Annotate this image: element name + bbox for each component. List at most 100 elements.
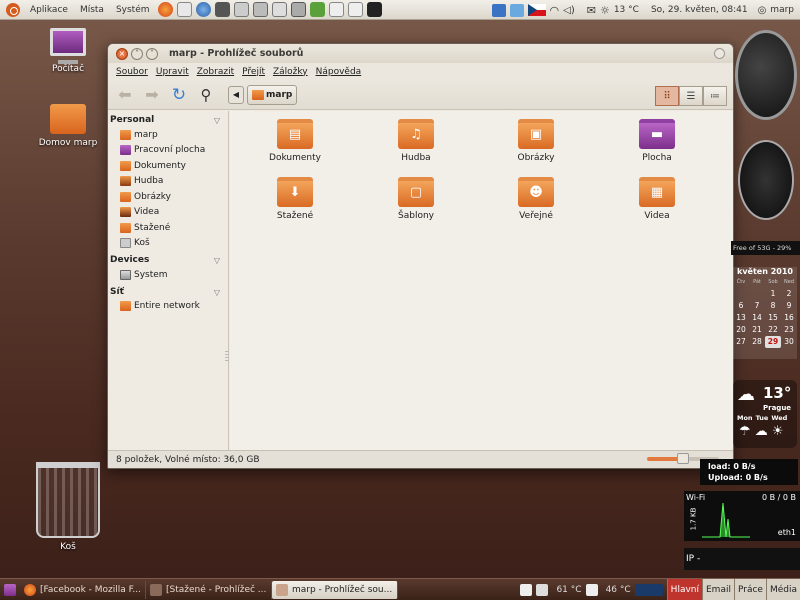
clock-datetime[interactable]: So, 29. květen, 08:41: [651, 5, 748, 15]
menu-applications[interactable]: Aplikace: [24, 5, 74, 15]
gimp-icon[interactable]: [214, 2, 230, 17]
calendar-day[interactable]: 28: [749, 336, 765, 348]
taskbar-item-downloads[interactable]: [Stažené - Prohlížeč ...: [146, 580, 272, 599]
sidebar-item-downloads[interactable]: Stažené: [108, 220, 228, 236]
update-icon[interactable]: [309, 2, 325, 17]
menu-help[interactable]: Nápověda: [312, 67, 366, 77]
reload-button[interactable]: ↻: [168, 84, 190, 106]
collapse-arrow-icon[interactable]: ▽: [214, 288, 220, 297]
ubuntu-logo-icon[interactable]: [6, 2, 20, 17]
file-item-downloads[interactable]: ⬇ Stažené: [250, 177, 340, 221]
wifi-icon[interactable]: ◠: [550, 4, 560, 17]
tray-tool-icon[interactable]: [520, 584, 533, 596]
envelope-icon[interactable]: ✉: [587, 4, 596, 17]
sidebar-item-music[interactable]: Hudba: [108, 174, 228, 190]
menu-view[interactable]: Zobrazit: [193, 67, 238, 77]
calendar-day[interactable]: 8: [765, 300, 781, 312]
screenshot-icon[interactable]: [252, 2, 268, 17]
window-titlebar[interactable]: × ˄ ˅ marp - Prohlížeč souborů: [108, 44, 733, 63]
sidebar-item-videos[interactable]: Videa: [108, 205, 228, 221]
menu-go[interactable]: Přejít: [238, 67, 269, 77]
calendar-day[interactable]: 21: [749, 324, 765, 336]
calendar-day[interactable]: 6: [733, 300, 749, 312]
icon-view-button[interactable]: ⠿: [655, 86, 679, 106]
firefox-icon[interactable]: [157, 2, 173, 17]
file-item-documents[interactable]: ▤ Dokumenty: [250, 119, 340, 163]
sidebar-section-personal[interactable]: Personal ▽: [108, 113, 228, 127]
file-view[interactable]: ▤ Dokumenty ♫ Hudba ▣ Obrázky ▬ Plocha ⬇…: [230, 111, 733, 452]
cd-icon[interactable]: [271, 2, 287, 17]
file-item-templates[interactable]: ▢ Šablony: [371, 177, 461, 221]
weather-temperature[interactable]: 13 °C: [614, 5, 639, 15]
minimize-button[interactable]: ˄: [131, 47, 143, 60]
calendar-day[interactable]: 15: [765, 312, 781, 324]
sidebar-item-trash[interactable]: Koš: [108, 236, 228, 252]
desktop-icon-trash[interactable]: Koš: [28, 462, 108, 552]
calendar-day[interactable]: 7: [749, 300, 765, 312]
calendar-day[interactable]: 1: [765, 288, 781, 300]
calendar-day[interactable]: 13: [733, 312, 749, 324]
calculator-icon[interactable]: [290, 2, 306, 17]
menu-places[interactable]: Místa: [74, 5, 110, 15]
collapse-arrow-icon[interactable]: ▽: [214, 116, 220, 125]
taskbar-item-marp[interactable]: marp - Prohlížeč sou...: [272, 580, 398, 599]
menu-edit[interactable]: Upravit: [152, 67, 193, 77]
file-item-music[interactable]: ♫ Hudba: [371, 119, 461, 163]
file-item-public[interactable]: ☻ Veřejné: [491, 177, 581, 221]
sidebar-item-pictures[interactable]: Obrázky: [108, 189, 228, 205]
text-editor-icon[interactable]: [347, 2, 363, 17]
path-scroll-left-button[interactable]: ◀: [228, 85, 244, 104]
sidebar-resize-handle[interactable]: [225, 351, 229, 363]
zoom-slider-handle[interactable]: [677, 453, 689, 464]
camera-icon[interactable]: [233, 2, 249, 17]
workspace-media[interactable]: Média: [765, 579, 800, 600]
file-item-desktop[interactable]: ▬ Plocha: [612, 119, 702, 163]
sidebar-section-devices[interactable]: Devices ▽: [108, 253, 228, 267]
calendar-day[interactable]: 23: [781, 324, 797, 336]
maximize-button[interactable]: ˅: [146, 47, 158, 60]
window-menu-icon[interactable]: [714, 48, 725, 59]
back-button[interactable]: ⬅: [114, 84, 136, 106]
calendar-day[interactable]: 22: [765, 324, 781, 336]
forward-button[interactable]: ➡: [141, 84, 163, 106]
calendar-day[interactable]: [733, 288, 749, 300]
user-name[interactable]: marp: [770, 5, 794, 15]
desktop-icon-computer[interactable]: Počítač: [28, 28, 108, 74]
file-item-videos[interactable]: ▦ Videa: [612, 177, 702, 221]
calendar-day[interactable]: 16: [781, 312, 797, 324]
sidebar-section-network[interactable]: Síť ▽: [108, 285, 228, 299]
terminal-icon[interactable]: [366, 2, 382, 17]
collapse-arrow-icon[interactable]: ▽: [214, 256, 220, 265]
calendar-day[interactable]: 20: [733, 324, 749, 336]
path-button-home[interactable]: marp: [247, 84, 298, 105]
calendar-day[interactable]: 29: [765, 336, 781, 348]
dropbox-icon[interactable]: [491, 3, 506, 17]
files-icon[interactable]: [328, 2, 344, 17]
taskbar-item-firefox[interactable]: [Facebook - Mozilla F...: [20, 580, 146, 599]
close-button[interactable]: ×: [116, 47, 128, 60]
workspace-email[interactable]: Email: [702, 579, 734, 600]
network-manager-icon[interactable]: [509, 3, 524, 17]
calendar-day[interactable]: 27: [733, 336, 749, 348]
calendar-day[interactable]: 14: [749, 312, 765, 324]
menu-bookmarks[interactable]: Záložky: [269, 67, 312, 77]
sidebar-item-system[interactable]: System: [108, 267, 228, 283]
calendar-day[interactable]: 2: [781, 288, 797, 300]
show-desktop-icon[interactable]: [4, 583, 16, 596]
sidebar-item-entire-network[interactable]: Entire network: [108, 299, 228, 315]
menu-file[interactable]: Soubor: [112, 67, 152, 77]
menu-system[interactable]: Systém: [110, 5, 156, 15]
search-button[interactable]: ⚲: [195, 84, 217, 106]
calendar-day[interactable]: [749, 288, 765, 300]
list-view-button[interactable]: ☰: [679, 86, 703, 106]
chat-icon[interactable]: [195, 2, 211, 17]
sidebar-item-marp[interactable]: marp: [108, 127, 228, 143]
calendar-day[interactable]: 30: [781, 336, 797, 348]
sidebar-item-documents[interactable]: Dokumenty: [108, 158, 228, 174]
volume-icon[interactable]: ◁): [563, 5, 575, 16]
calendar-day[interactable]: 9: [781, 300, 797, 312]
keyboard-layout-flag-icon[interactable]: [527, 4, 546, 16]
compact-view-button[interactable]: ≔: [703, 86, 727, 106]
system-monitor-icon[interactable]: [634, 584, 663, 596]
workspace-work[interactable]: Práce: [733, 579, 766, 600]
